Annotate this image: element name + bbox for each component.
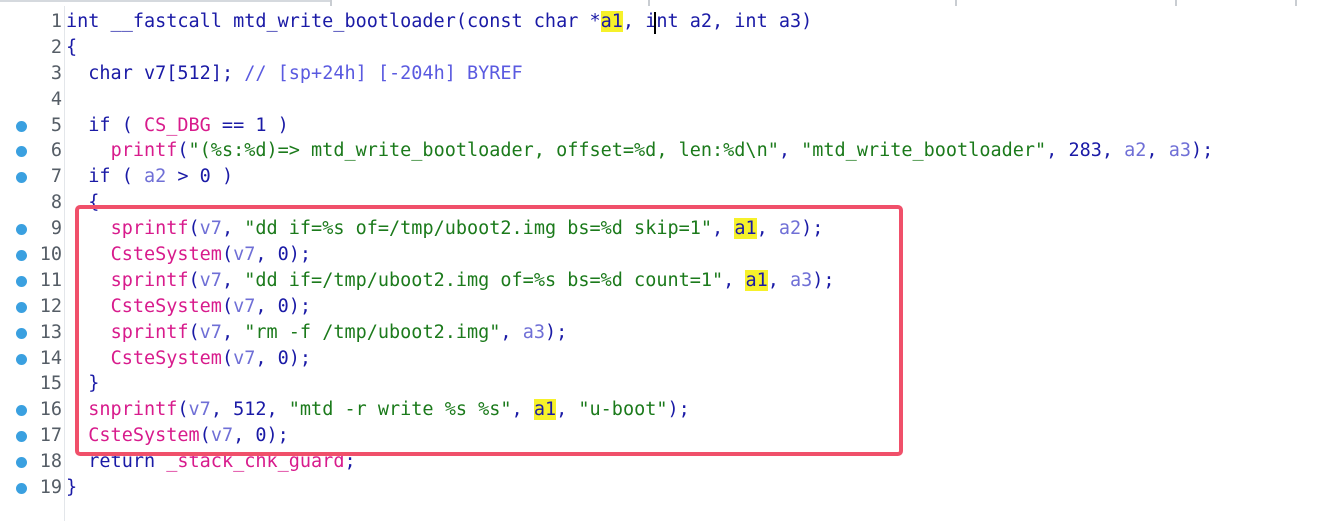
breakpoint-dot-icon[interactable] (16, 457, 27, 469)
code-token: a2 (1124, 140, 1147, 162)
code-token: if ( (66, 166, 144, 188)
line-number: 15 (39, 373, 62, 395)
code-token: "(%s:%d)=> mtd_write_bootloader, offset=… (188, 140, 779, 162)
code-token: // [sp+24h] [-204h] BYREF (244, 62, 523, 84)
code-line[interactable]: 4 (0, 87, 1323, 113)
text-cursor (654, 12, 656, 34)
breakpoint-dot-icon[interactable] (16, 250, 27, 262)
code-token: CS_DBG (143, 114, 211, 136)
line-number: 18 (39, 451, 62, 473)
code-token: , 283, (1046, 140, 1125, 162)
code-token: [ (166, 62, 178, 84)
line-number: 3 (50, 62, 62, 84)
breakpoint-dot-icon[interactable] (16, 483, 27, 495)
code-text[interactable]: { (66, 35, 77, 61)
code-token: 512 (177, 62, 211, 84)
line-number: 10 (39, 244, 62, 266)
breakpoint-dot-icon[interactable] (16, 301, 27, 313)
code-line[interactable]: 6 printf("(%s:%d)=> mtd_write_bootloader… (0, 138, 1323, 164)
breakpoint-dot-icon[interactable] (16, 431, 27, 443)
line-number: 5 (50, 114, 62, 136)
line-number: 19 (39, 477, 62, 499)
code-line[interactable]: 7 if ( a2 > 0 ) (0, 164, 1323, 190)
code-text[interactable]: char v7[512]; // [sp+24h] [-204h] BYREF (66, 61, 523, 87)
line-number: 1 (50, 11, 62, 32)
code-token: } (66, 477, 78, 499)
line-number: 11 (39, 269, 62, 291)
line-number: 13 (39, 321, 62, 343)
code-token: a3 (1168, 140, 1191, 162)
breakpoint-dot-icon[interactable] (16, 120, 27, 132)
code-line[interactable]: 5 if ( CS_DBG == 1 ) (0, 113, 1323, 139)
code-token: > 0 ) (166, 166, 234, 188)
code-text[interactable]: if ( a2 > 0 ) (66, 164, 233, 190)
code-token: int __fastcall mtd_write_bootloader (66, 11, 456, 32)
line-number: 2 (50, 36, 62, 58)
code-token: if ( (66, 114, 144, 136)
code-token: ); (1190, 140, 1214, 162)
tab-strip-edge (0, 0, 1323, 6)
code-token: ( (177, 140, 189, 162)
code-token: , (1146, 140, 1169, 162)
code-token: char v7 (66, 62, 167, 84)
code-line[interactable]: 19} (0, 475, 1323, 501)
code-token: ]; (210, 62, 245, 84)
line-number: 4 (50, 88, 62, 110)
breakpoint-dot-icon[interactable] (16, 327, 27, 339)
code-line[interactable]: 3 char v7[512]; // [sp+24h] [-204h] BYRE… (0, 61, 1323, 87)
line-number: 9 (50, 218, 62, 240)
code-line[interactable]: 2{ (0, 35, 1323, 61)
line-number: 16 (39, 399, 62, 421)
code-token: == 1 ) (210, 114, 289, 136)
breakpoint-dot-icon[interactable] (16, 405, 27, 417)
code-text[interactable]: printf("(%s:%d)=> mtd_write_bootloader, … (66, 138, 1214, 164)
code-token: const char * (466, 11, 601, 32)
code-token: ( (455, 11, 467, 32)
code-token: "mtd_write_bootloader" (801, 140, 1047, 162)
code-text[interactable]: int __fastcall mtd_write_bootloader(cons… (66, 9, 812, 35)
breakpoint-dot-icon[interactable] (16, 353, 27, 365)
breakpoint-dot-icon[interactable] (16, 224, 27, 236)
code-token: int a2, int a3 (645, 11, 802, 32)
highlighted-identifier: a1 (600, 11, 623, 32)
breakpoint-dot-icon[interactable] (16, 172, 27, 184)
code-token: , (778, 140, 802, 162)
breakpoint-dot-icon[interactable] (16, 146, 27, 158)
code-token: printf (110, 140, 178, 162)
code-text[interactable]: if ( CS_DBG == 1 ) (66, 113, 289, 139)
line-number: 17 (39, 425, 62, 447)
code-token: , (622, 11, 646, 32)
line-number: 14 (39, 347, 62, 369)
code-token: ) (801, 11, 813, 32)
code-line[interactable]: 1 int __fastcall mtd_write_bootloader(con… (0, 9, 1323, 35)
code-text[interactable]: } (66, 475, 77, 501)
breakpoint-dot-icon[interactable] (16, 275, 27, 287)
line-number: 8 (50, 192, 62, 214)
code-token: { (66, 36, 78, 58)
line-number: 7 (50, 166, 62, 188)
code-token: a2 (143, 166, 167, 188)
line-number: 6 (50, 140, 62, 162)
line-number: 12 (39, 295, 62, 317)
highlight-annotation-box (75, 205, 903, 456)
